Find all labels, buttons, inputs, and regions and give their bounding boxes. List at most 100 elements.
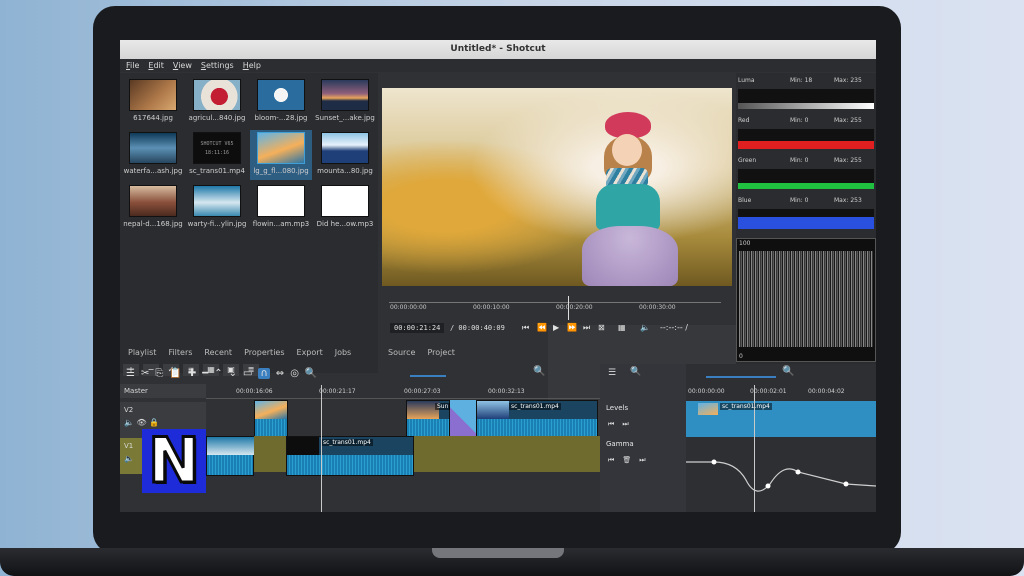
next-keyframe-icon[interactable]: ⏭ bbox=[622, 420, 628, 429]
media-item[interactable]: Did he...ow.mp3 bbox=[314, 183, 376, 233]
clip-waveform bbox=[207, 455, 253, 475]
scope-min: Min: 0 bbox=[790, 117, 809, 124]
ruler-line bbox=[389, 302, 721, 303]
media-item[interactable]: flowin...am.mp3 bbox=[250, 183, 312, 233]
tab-playlist[interactable]: Playlist bbox=[128, 348, 156, 357]
keyframe-point[interactable] bbox=[765, 483, 771, 489]
timeline-clip[interactable]: Sun bbox=[406, 400, 451, 440]
track-gap[interactable] bbox=[254, 436, 286, 472]
filter-levels-label[interactable]: Levels bbox=[606, 404, 628, 412]
media-item[interactable]: mounta...80.jpg bbox=[314, 130, 376, 180]
media-item[interactable]: agricul...840.jpg bbox=[186, 77, 248, 127]
menu-help[interactable]: Help bbox=[243, 59, 261, 72]
current-time[interactable]: 00:00:21:24 bbox=[390, 323, 445, 333]
timeline-clip[interactable] bbox=[254, 400, 288, 440]
filter-gamma-label[interactable]: Gamma bbox=[606, 440, 634, 448]
prev-keyframe-icon[interactable]: ⏮ bbox=[608, 420, 614, 429]
volume-icon[interactable]: 🔈 bbox=[640, 323, 650, 332]
keyframe-clip[interactable]: sc_trans01.mp4 bbox=[686, 401, 876, 437]
menu-view[interactable]: View bbox=[173, 59, 192, 72]
track-gap[interactable] bbox=[414, 436, 600, 472]
skip-start-icon[interactable]: ⏮ bbox=[522, 323, 529, 333]
menu-file[interactable]: File bbox=[126, 59, 139, 72]
lift-icon[interactable]: ⌃ bbox=[214, 368, 222, 379]
paste-icon[interactable]: 📋 bbox=[169, 368, 181, 379]
timeline-playhead[interactable] bbox=[321, 385, 322, 512]
media-item[interactable]: 617644.jpg bbox=[122, 77, 184, 127]
keyframes-area[interactable]: 🔍 00:00:00:00 00:00:02:01 00:00:04:02 sc… bbox=[686, 364, 876, 512]
luma-histogram bbox=[738, 103, 874, 109]
keyframe-point[interactable] bbox=[843, 481, 849, 487]
ruler-tick: 00:00:00:00 bbox=[688, 388, 725, 395]
ripple-icon[interactable]: ◎ bbox=[290, 368, 299, 379]
grid-icon[interactable]: ▦ bbox=[618, 323, 626, 332]
media-thumbnail bbox=[193, 79, 241, 111]
media-thumbnail bbox=[129, 185, 177, 217]
media-item[interactable]: SHOTCUT V65 18:11:16 sc_trans01.mp4 bbox=[186, 130, 248, 180]
timeline-menu-icon[interactable]: ☰ bbox=[126, 368, 135, 379]
timeline-ruler[interactable]: 00:00:16:06 00:00:21:17 00:00:27:03 00:0… bbox=[206, 385, 600, 399]
viewer-ruler[interactable]: 00:00:00:00 00:00:10:00 00:00:20:00 00:0… bbox=[385, 296, 725, 318]
filters-menu-icon[interactable]: ☰ bbox=[608, 368, 616, 378]
fast-forward-icon[interactable]: ⏩ bbox=[567, 323, 577, 332]
kf-zoom-slider[interactable] bbox=[706, 376, 776, 378]
delete-keyframe-icon[interactable]: 🗑 bbox=[622, 456, 631, 465]
rewind-icon[interactable]: ⏪ bbox=[537, 323, 547, 332]
zoom-out-icon[interactable]: 🔍 bbox=[630, 367, 641, 377]
mute-icon[interactable]: 🔈 bbox=[124, 454, 134, 463]
cut-icon[interactable]: ✂ bbox=[141, 368, 149, 379]
media-thumbnail bbox=[321, 79, 369, 111]
timeline-clip[interactable] bbox=[206, 436, 255, 476]
scope-max: Max: 235 bbox=[834, 77, 862, 84]
media-name: bloom-...28.jpg bbox=[254, 114, 308, 122]
media-item[interactable]: nepal-d...168.jpg bbox=[122, 183, 184, 233]
scope-min: Min: 0 bbox=[790, 197, 809, 204]
track-master[interactable]: Master bbox=[120, 384, 206, 398]
media-item[interactable]: bloom-...28.jpg bbox=[250, 77, 312, 127]
overwrite-icon[interactable]: ⌄ bbox=[229, 368, 237, 379]
tab-jobs[interactable]: Jobs bbox=[335, 348, 352, 357]
keyframe-point[interactable] bbox=[795, 469, 801, 475]
hide-icon[interactable]: 👁 bbox=[137, 418, 147, 427]
keyframes-ruler[interactable]: 00:00:00:00 00:00:02:01 00:00:04:02 bbox=[686, 385, 876, 399]
remove-icon[interactable]: ━ bbox=[202, 368, 208, 379]
skip-end-icon[interactable]: ⏭ bbox=[583, 323, 590, 333]
copy-icon[interactable]: ⎘ bbox=[155, 368, 163, 379]
zoom-in-icon[interactable]: 🔍 bbox=[533, 366, 545, 377]
mute-icon[interactable]: 🔈 bbox=[124, 418, 134, 427]
tab-properties[interactable]: Properties bbox=[244, 348, 284, 357]
keyframe-filters-panel: ☰ 🔍 Levels ⏮ ⏭ Gamma ⏮ 🗑 ⏭ bbox=[600, 364, 686, 512]
media-item[interactable]: warty-fi...ylin.jpg bbox=[186, 183, 248, 233]
play-icon[interactable]: ▶ bbox=[553, 323, 559, 332]
tab-source[interactable]: Source bbox=[388, 348, 415, 357]
gamma-keyframe-curve[interactable] bbox=[686, 452, 876, 508]
media-item[interactable]: Sunset_...ake.jpg bbox=[314, 77, 376, 127]
prev-keyframe-icon[interactable]: ⏮ bbox=[608, 456, 614, 465]
tab-filters[interactable]: Filters bbox=[168, 348, 192, 357]
media-item[interactable]: waterfa...ash.jpg bbox=[122, 130, 184, 180]
keyframe-point[interactable] bbox=[711, 459, 717, 465]
timeline-clip[interactable]: sc_trans01.mp4 bbox=[286, 436, 414, 476]
scrub-icon[interactable]: ⇔ bbox=[276, 368, 284, 379]
transition-clip[interactable] bbox=[450, 400, 476, 440]
menu-edit[interactable]: Edit bbox=[148, 59, 164, 72]
viewer-playhead[interactable] bbox=[568, 296, 569, 320]
zoom-in-icon[interactable]: 🔍 bbox=[782, 366, 794, 377]
menu-settings[interactable]: Settings bbox=[201, 59, 234, 72]
tab-recent[interactable]: Recent bbox=[204, 348, 232, 357]
split-icon[interactable]: ▭ bbox=[243, 368, 252, 379]
keyframe-playhead[interactable] bbox=[754, 385, 755, 512]
zoom-slider[interactable] bbox=[410, 375, 446, 377]
media-item-selected[interactable]: lg_g_fl...080.jpg bbox=[250, 130, 312, 180]
left-tabs: Playlist Filters Recent Properties Expor… bbox=[128, 348, 351, 357]
timeline-clip[interactable]: sc_trans01.mp4 bbox=[476, 400, 598, 440]
media-thumbnail: SHOTCUT V65 18:11:16 bbox=[193, 132, 241, 164]
zoom-icon[interactable]: ⊠ bbox=[598, 323, 605, 332]
snap-icon[interactable]: ∩ bbox=[258, 367, 270, 379]
append-icon[interactable]: ✚ bbox=[188, 368, 196, 379]
video-preview[interactable] bbox=[382, 88, 732, 286]
tab-project[interactable]: Project bbox=[427, 348, 454, 357]
next-keyframe-icon[interactable]: ⏭ bbox=[639, 456, 645, 465]
zoom-out-icon[interactable]: 🔍 bbox=[305, 368, 317, 379]
tab-export[interactable]: Export bbox=[297, 348, 323, 357]
